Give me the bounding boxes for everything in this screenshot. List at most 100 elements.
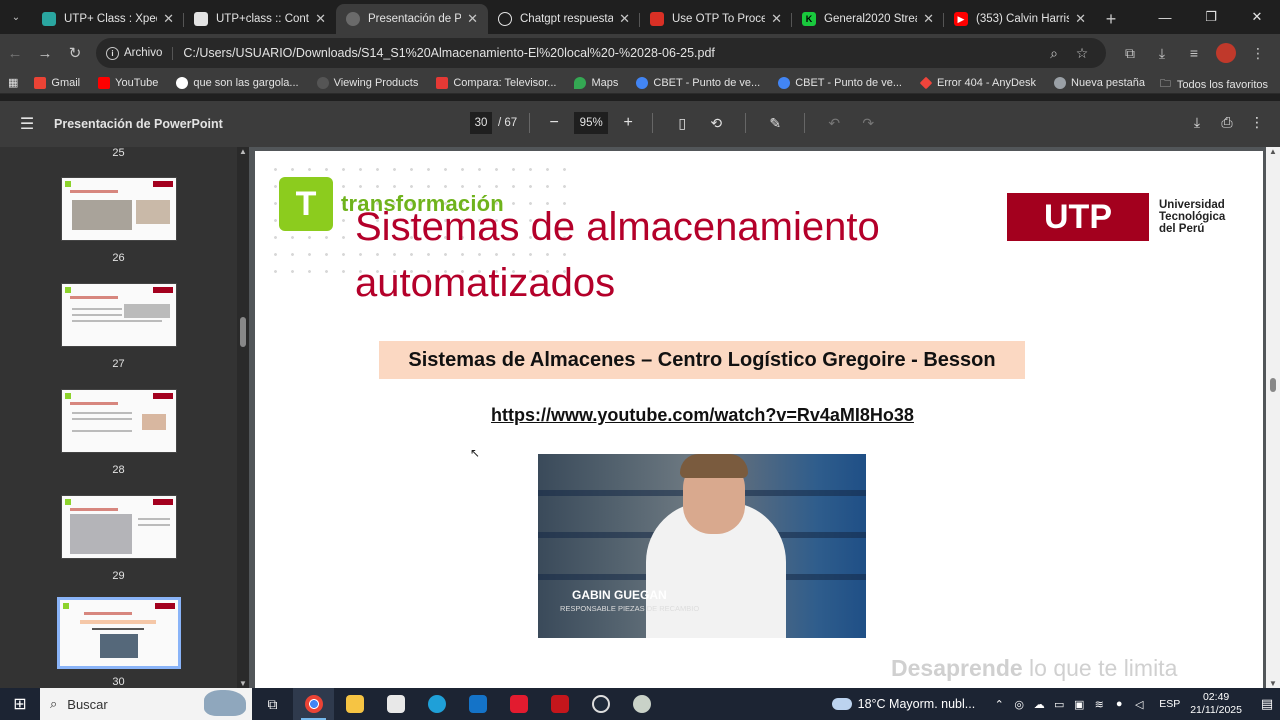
tab-youtube[interactable]: ▶ (353) Calvin Harris - ✕ xyxy=(944,4,1096,34)
youtube-link[interactable]: https://www.youtube.com/watch?v=Rv4aMI8H… xyxy=(425,405,980,426)
rotate-icon[interactable]: ⟲ xyxy=(699,115,733,132)
page-total: / 67 xyxy=(498,117,518,129)
annotate-pen-icon[interactable]: ✎ xyxy=(758,115,792,132)
close-window-button[interactable]: ✕ xyxy=(1234,0,1280,34)
sidebar-menu-icon[interactable]: ☰ xyxy=(0,114,54,134)
site-info-chip[interactable]: i Archivo xyxy=(106,46,174,60)
minimize-button[interactable]: — xyxy=(1142,0,1188,34)
tab-title: Use OTP To Proceed xyxy=(672,13,766,25)
download-icon[interactable]: ⤓ xyxy=(1186,114,1208,131)
maximize-button[interactable]: ❐ xyxy=(1188,0,1234,34)
scroll-down-arrow-icon[interactable]: ▼ xyxy=(239,679,247,688)
tray-app-icon[interactable]: ◎ xyxy=(1009,698,1029,711)
tray-app-icon[interactable]: ▣ xyxy=(1069,698,1089,711)
close-icon[interactable]: ✕ xyxy=(1075,11,1086,27)
close-icon[interactable]: ✕ xyxy=(315,11,326,27)
downloads-icon[interactable]: ⤓ xyxy=(1146,45,1178,62)
thumbnail-page-27[interactable] xyxy=(61,283,177,347)
bookmark-nueva-pestana[interactable]: Nueva pestaña xyxy=(1054,76,1145,89)
apps-grid-icon[interactable]: ▦ xyxy=(8,76,18,89)
notifications-icon[interactable]: ▤ xyxy=(1254,696,1280,712)
bookmark-star-icon[interactable]: ☆ xyxy=(1068,45,1096,62)
onedrive-cloud-icon[interactable]: ☁ xyxy=(1029,698,1049,711)
tab-presentacion[interactable]: Presentación de PowerPoint ✕ xyxy=(336,4,488,34)
weather-widget[interactable]: 18°C Mayorm. nubl... xyxy=(831,697,975,711)
url-text[interactable]: C:/Users/USUARIO/Downloads/S14_S1%20Alma… xyxy=(183,46,1040,60)
bookmark-youtube[interactable]: YouTube xyxy=(98,76,158,89)
more-options-icon[interactable]: ⋮ xyxy=(1246,114,1268,131)
scrollbar-thumb[interactable] xyxy=(1270,378,1276,392)
tab-search-chevron-icon[interactable]: ⌄ xyxy=(0,0,32,34)
taskbar-search[interactable]: ⌕ Buscar xyxy=(40,688,252,720)
tab-utp-class[interactable]: UTP+ Class : Xpedition ✕ xyxy=(32,4,184,34)
thumbnail-page-30[interactable] xyxy=(57,597,181,669)
bookmark-viewing-products[interactable]: Viewing Products xyxy=(316,76,418,89)
bookmark-cbet-2[interactable]: CBET - Punto de ve... xyxy=(778,76,902,89)
volume-icon[interactable]: ◁ xyxy=(1129,698,1149,711)
lingo-app-icon[interactable] xyxy=(539,688,580,720)
close-icon[interactable]: ✕ xyxy=(467,11,478,27)
task-view-icon[interactable]: ⧉ xyxy=(252,688,293,720)
thumbnail-page-26[interactable] xyxy=(61,177,177,241)
tab-utp-contenido[interactable]: UTP+class :: Contenido ✕ xyxy=(184,4,336,34)
viewer-scrollbar[interactable]: ▲ ▼ xyxy=(1266,147,1280,688)
weather-cloud-icon xyxy=(831,698,852,710)
file-explorer-icon[interactable] xyxy=(334,688,375,720)
chevron-up-icon[interactable]: ⌃ xyxy=(989,698,1009,711)
chrome-alt-icon[interactable] xyxy=(621,688,662,720)
address-bar[interactable]: i Archivo C:/Users/USUARIO/Downloads/S14… xyxy=(96,38,1106,68)
scroll-up-arrow-icon[interactable]: ▲ xyxy=(239,147,247,156)
tab-chatgpt[interactable]: Chatgpt respuesta a ✕ xyxy=(488,4,640,34)
wps-office-icon[interactable] xyxy=(498,688,539,720)
bookmark-gargolas[interactable]: que son las gargola... xyxy=(176,76,299,89)
fit-page-icon[interactable]: ▯ xyxy=(665,115,699,132)
redo-icon[interactable]: ↷ xyxy=(851,115,885,132)
chrome-taskbar-icon[interactable] xyxy=(293,688,334,720)
scroll-down-arrow-icon[interactable]: ▼ xyxy=(1269,679,1277,688)
zoom-input[interactable]: 95% xyxy=(574,112,609,134)
menu-kebab-icon[interactable]: ⋮ xyxy=(1242,45,1274,62)
undo-icon[interactable]: ↶ xyxy=(817,115,851,132)
all-bookmarks[interactable]: 🗀 Todos los favoritos xyxy=(1160,75,1268,94)
print-icon[interactable]: ⎙ xyxy=(1216,114,1238,131)
new-tab-button[interactable]: + xyxy=(1096,4,1126,34)
video-thumbnail[interactable]: GABIN GUEGAN RESPONSABLE PIEZAS DE RECAM… xyxy=(538,454,866,638)
close-icon[interactable]: ✕ xyxy=(619,11,630,27)
microphone-icon[interactable]: ● xyxy=(1109,698,1129,710)
extensions-icon[interactable]: ⧉ xyxy=(1114,45,1146,62)
gmail-icon xyxy=(650,12,664,26)
close-icon[interactable]: ✕ xyxy=(771,11,782,27)
thumbnail-page-28[interactable] xyxy=(61,389,177,453)
bookmark-gmail[interactable]: Gmail xyxy=(34,76,80,89)
close-icon[interactable]: ✕ xyxy=(923,11,934,27)
zoom-in-button[interactable]: + xyxy=(616,114,640,132)
outlook-icon[interactable] xyxy=(457,688,498,720)
edge-icon[interactable] xyxy=(416,688,457,720)
zoom-out-button[interactable]: − xyxy=(542,114,566,132)
battery-icon[interactable]: ▭ xyxy=(1049,698,1069,711)
bookmark-compara[interactable]: Compara: Televisor... xyxy=(436,76,556,89)
back-button[interactable]: ← xyxy=(0,38,30,68)
profile-avatar[interactable] xyxy=(1216,43,1236,63)
thumbnail-page-29[interactable] xyxy=(61,495,177,559)
bookmark-cbet-1[interactable]: CBET - Punto de ve... xyxy=(636,76,760,89)
sidebar-scrollbar[interactable]: ▲ ▼ xyxy=(237,147,249,688)
language-indicator[interactable]: ESP xyxy=(1159,698,1180,710)
zoom-icon[interactable]: ⌕ xyxy=(1040,45,1068,62)
scrollbar-thumb[interactable] xyxy=(240,317,246,347)
store-icon[interactable] xyxy=(375,688,416,720)
wifi-icon[interactable]: ≋ xyxy=(1089,698,1109,711)
system-clock[interactable]: 02:49 21/11/2025 xyxy=(1190,691,1242,717)
windows-start-icon[interactable]: ⊞ xyxy=(0,694,40,714)
reload-button[interactable]: ↻ xyxy=(60,38,90,68)
tab-kick-stream[interactable]: K General2020 Stream ✕ xyxy=(792,4,944,34)
media-controls-icon[interactable]: ≡ xyxy=(1178,45,1210,61)
steam-like-app-icon[interactable] xyxy=(580,688,621,720)
close-icon[interactable]: ✕ xyxy=(163,11,174,27)
bookmark-maps[interactable]: Maps xyxy=(574,76,618,89)
bookmark-anydesk[interactable]: Error 404 - AnyDesk xyxy=(919,76,1036,89)
forward-button[interactable]: → xyxy=(30,38,60,68)
tab-gmail-otp[interactable]: Use OTP To Proceed ✕ xyxy=(640,4,792,34)
scroll-up-arrow-icon[interactable]: ▲ xyxy=(1269,147,1277,156)
page-number-input[interactable]: 30 xyxy=(470,112,492,134)
